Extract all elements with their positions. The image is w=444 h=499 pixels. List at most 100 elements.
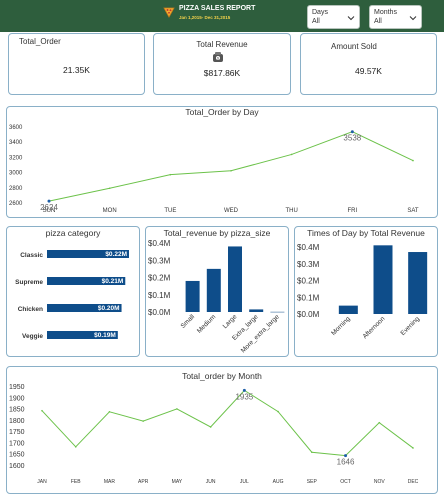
y-tick-label: 1650: [9, 452, 25, 459]
y-tick-label: $0.4M: [148, 239, 171, 248]
x-tick-label: DEC: [408, 479, 419, 485]
data-point: [412, 159, 414, 162]
data-point: [378, 421, 381, 424]
data-point: [290, 153, 293, 156]
kpi-card-total-order[interactable]: Total_Order 21.35K: [8, 33, 145, 95]
data-point: [176, 408, 178, 410]
dashboard: PIZZA SALES REPORT Jan 1,2015- Dec 31,20…: [0, 0, 444, 499]
data-point: [108, 411, 111, 413]
pizza-category-chart[interactable]: pizza category Classic $0.22M Supreme $0.21…: [6, 226, 140, 357]
kpi-total-revenue-label: Total Revenue: [196, 40, 248, 49]
data-point: [311, 451, 313, 454]
pizza-icon: [163, 7, 175, 18]
kpi-amount-sold-label: Amount Sold: [331, 42, 377, 51]
bar-value-label: $0.19M: [94, 332, 116, 339]
pizza-category-plot: Classic $0.22M Supreme $0.21M Chicken $0.20M V…: [15, 250, 129, 340]
category-label: Classic: [20, 252, 43, 259]
chevron-down-icon[interactable]: [347, 14, 355, 22]
y-tick-label: 2800: [9, 186, 23, 192]
data-label: 1646: [337, 458, 355, 467]
x-tick-label: Morning: [330, 315, 352, 337]
series-line: [41, 389, 414, 457]
y-tick-label: 1850: [9, 407, 25, 414]
chevron-down-icon[interactable]: [409, 14, 417, 22]
bar-value-label: $0.20M: [98, 305, 120, 312]
x-tick-label: FEB: [71, 479, 81, 485]
x-tick-label: NOV: [374, 479, 386, 485]
days-slicer[interactable]: Days All: [307, 5, 360, 29]
x-tick-label: THU: [285, 208, 297, 214]
kpi-card-total-revenue[interactable]: Total Revenue $ $817.86K: [153, 33, 291, 95]
revenue-by-size-title: Total_revenue by pizza_size: [163, 228, 271, 238]
svg-text:$: $: [217, 56, 219, 60]
x-tick-label: JAN: [37, 479, 47, 485]
category-label: Chicken: [18, 306, 43, 313]
bar: [338, 305, 358, 314]
y-tick-label: $0.2M: [148, 274, 171, 283]
x-tick-label: JUL: [240, 479, 249, 485]
y-tick-label: $0.3M: [148, 256, 171, 265]
orders-by-month-title: Total_order by Month: [182, 371, 262, 381]
y-tick-label: 1600: [9, 463, 25, 470]
data-point: [108, 187, 111, 190]
y-tick-label: 3000: [9, 171, 23, 177]
orders-by-day-title: Total_Order by Day: [185, 107, 259, 117]
bar: [185, 280, 200, 312]
kpi-total-revenue-value: $817.86K: [203, 68, 241, 78]
report-title: PIZZA SALES REPORT: [179, 5, 256, 12]
x-tick-label: SAT: [407, 208, 419, 214]
revenue-by-size-chart[interactable]: Total_revenue by pizza_size $0.4M $0.3M $0…: [145, 226, 289, 357]
bar: [206, 268, 221, 312]
x-tick-label: Large: [222, 313, 239, 330]
y-tick-label: $0.2M: [297, 277, 320, 286]
y-tick-label: $0.3M: [297, 260, 320, 269]
revenue-by-time-chart[interactable]: Times of Day by Total Revenue $0.4M $0.3M…: [294, 226, 438, 357]
data-point: [142, 420, 144, 422]
x-tick-label: WED: [224, 208, 239, 214]
y-tick-label: 2600: [9, 201, 23, 207]
y-tick-label: $0.1M: [297, 293, 320, 302]
category-label: Veggie: [22, 333, 43, 340]
kpi-total-order-label: Total_Order: [19, 37, 61, 46]
x-tick-label: AUG: [273, 479, 284, 485]
report-title-group: PIZZA SALES REPORT Jan 1,2015- Dec 31,20…: [163, 4, 255, 21]
data-point: [277, 410, 279, 413]
pizza-category-title: pizza category: [45, 228, 101, 238]
y-tick-label: 1950: [9, 384, 25, 391]
y-tick-label: 1750: [9, 429, 25, 436]
data-point: [74, 446, 77, 448]
data-label: 2624: [40, 203, 58, 212]
x-tick-label: More_extra_large: [240, 313, 281, 354]
bar-value-label: $0.21M: [102, 278, 124, 285]
bar: [249, 309, 264, 312]
data-point: [412, 447, 414, 449]
y-tick-label: 1700: [9, 440, 25, 447]
data-point: [41, 409, 43, 412]
revenue-by-time-title: Times of Day by Total Revenue: [307, 228, 425, 238]
kpi-card-amount-sold[interactable]: Amount Sold 49.57K: [300, 33, 437, 95]
orders-by-month-plot: 1950 1900 1850 1800 1750 1700 1650 1600 JAN FEB MA…: [9, 384, 419, 485]
data-point: [209, 426, 212, 428]
x-tick-label: JUN: [206, 479, 216, 485]
revenue-by-size-plot: $0.4M $0.3M $0.2M $0.1M $0.0M Small Medium Larg…: [148, 239, 285, 354]
data-point: [169, 173, 172, 176]
x-tick-label: OCT: [340, 479, 351, 485]
orders-by-month-chart[interactable]: Total_order by Month 1950 1900 1850 1800 175…: [6, 366, 438, 494]
bar: [228, 246, 242, 312]
y-tick-label: 1900: [9, 395, 25, 402]
orders-by-day-chart[interactable]: Total_Order by Day 3600 3400 3200 3000 2800 2…: [6, 106, 438, 218]
y-tick-label: 3600: [9, 125, 23, 131]
x-tick-label: Small: [180, 313, 197, 330]
x-tick-label: Afternoon: [362, 315, 387, 340]
revenue-by-time-plot: $0.4M $0.3M $0.2M $0.1M $0.0M Morning Afternoo…: [297, 243, 428, 340]
y-tick-label: $0.0M: [297, 310, 320, 319]
y-tick-label: 3400: [9, 140, 23, 146]
y-tick-label: $0.1M: [148, 291, 171, 300]
months-slicer[interactable]: Months All: [369, 5, 422, 29]
x-tick-label: FRI: [347, 208, 357, 214]
data-label: 1935: [235, 392, 253, 401]
orders-by-day-plot: 360034003200300028002600SUN MON TUE WED THU F…: [9, 125, 419, 214]
y-tick-label: 3200: [9, 155, 23, 161]
data-point: [230, 169, 232, 172]
y-tick-label: $0.0M: [148, 308, 171, 317]
